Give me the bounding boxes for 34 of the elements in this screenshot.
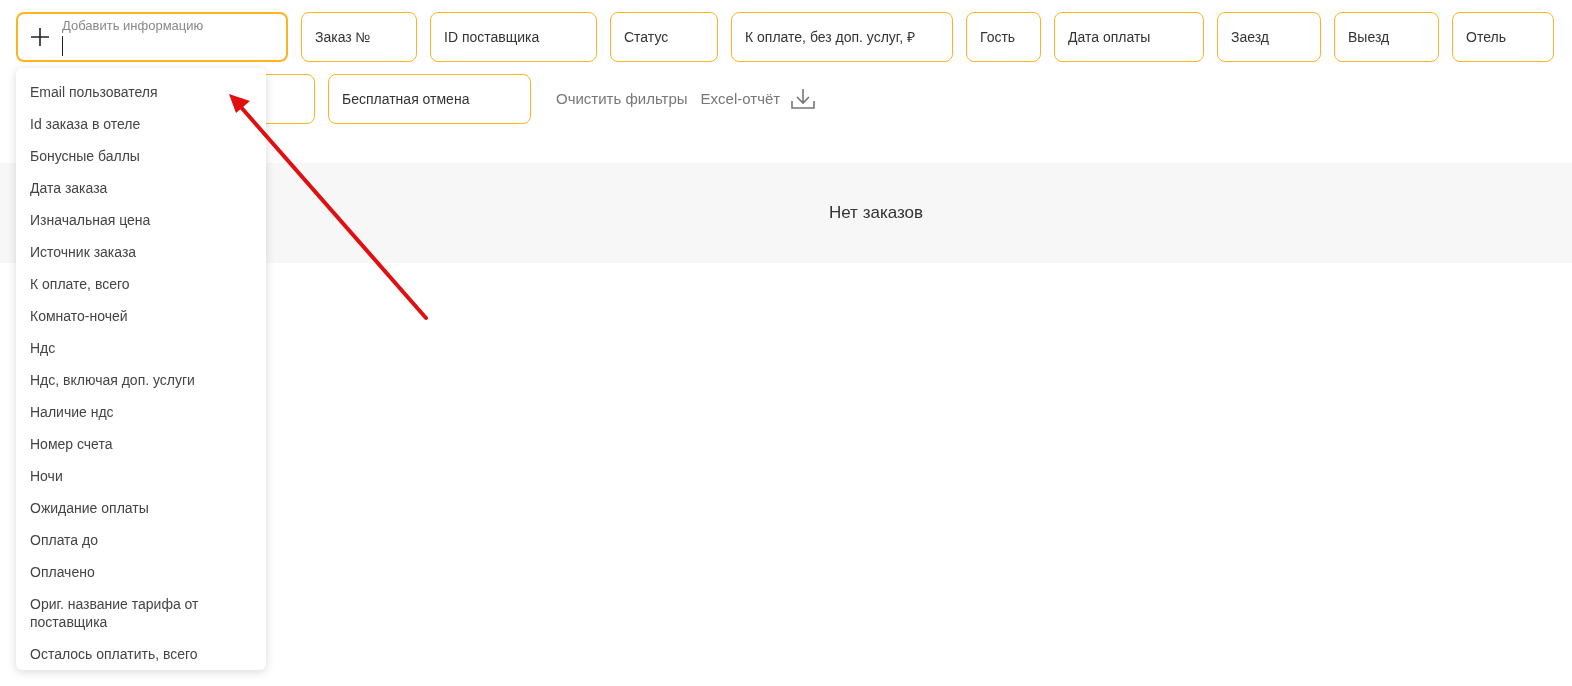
filter-chip[interactable]: Заезд — [1217, 12, 1321, 62]
dropdown-item[interactable]: Ожидание оплаты — [16, 492, 266, 524]
excel-report-button[interactable]: Excel-отчёт — [700, 87, 817, 111]
dropdown-item[interactable]: К оплате, всего — [16, 268, 266, 300]
dropdown-item[interactable]: Комнато-ночей — [16, 300, 266, 332]
dropdown-item[interactable]: Ориг. название тарифа от поставщика — [16, 588, 266, 638]
plus-icon — [30, 27, 50, 47]
dropdown-item[interactable]: Ндс, включая доп. услуги — [16, 364, 266, 396]
filter-chip[interactable]: Выезд — [1334, 12, 1439, 62]
filter-chip[interactable]: Заказ № — [301, 12, 417, 62]
dropdown-item[interactable]: Изначальная цена — [16, 204, 266, 236]
dropdown-item[interactable]: Номер счета — [16, 428, 266, 460]
dropdown-item[interactable]: Id заказа в отеле — [16, 108, 266, 140]
dropdown-item[interactable]: Дата заказа — [16, 172, 266, 204]
filter-chip[interactable]: ID поставщика — [430, 12, 597, 62]
dropdown-item[interactable]: Источник заказа — [16, 236, 266, 268]
dropdown-item[interactable]: Оплата до — [16, 524, 266, 556]
filter-chip[interactable]: Бесплатная отмена — [328, 74, 531, 124]
dropdown-item[interactable]: Ндс — [16, 332, 266, 364]
dropdown-item[interactable]: Осталось оплатить, всего — [16, 638, 266, 670]
filter-chip[interactable]: К оплате, без доп. услуг, ₽ — [731, 12, 953, 62]
filter-chip[interactable]: Статус — [610, 12, 718, 62]
dropdown-item[interactable]: Ночи — [16, 460, 266, 492]
download-icon — [790, 87, 817, 111]
filter-chip[interactable]: Отель — [1452, 12, 1554, 62]
dropdown-item[interactable]: Email пользователя — [16, 76, 266, 108]
filter-chip[interactable]: Гость — [966, 12, 1041, 62]
dropdown-item[interactable]: Наличие ндс — [16, 396, 266, 428]
dropdown-item[interactable]: Оплачено — [16, 556, 266, 588]
add-info-field[interactable]: Добавить информацию — [16, 12, 288, 62]
clear-filters-link[interactable]: Очистить фильтры — [556, 87, 688, 111]
filter-chip[interactable]: Дата оплаты — [1054, 12, 1204, 62]
empty-message: Нет заказов — [828, 202, 924, 225]
dropdown-item[interactable]: Бонусные баллы — [16, 140, 266, 172]
